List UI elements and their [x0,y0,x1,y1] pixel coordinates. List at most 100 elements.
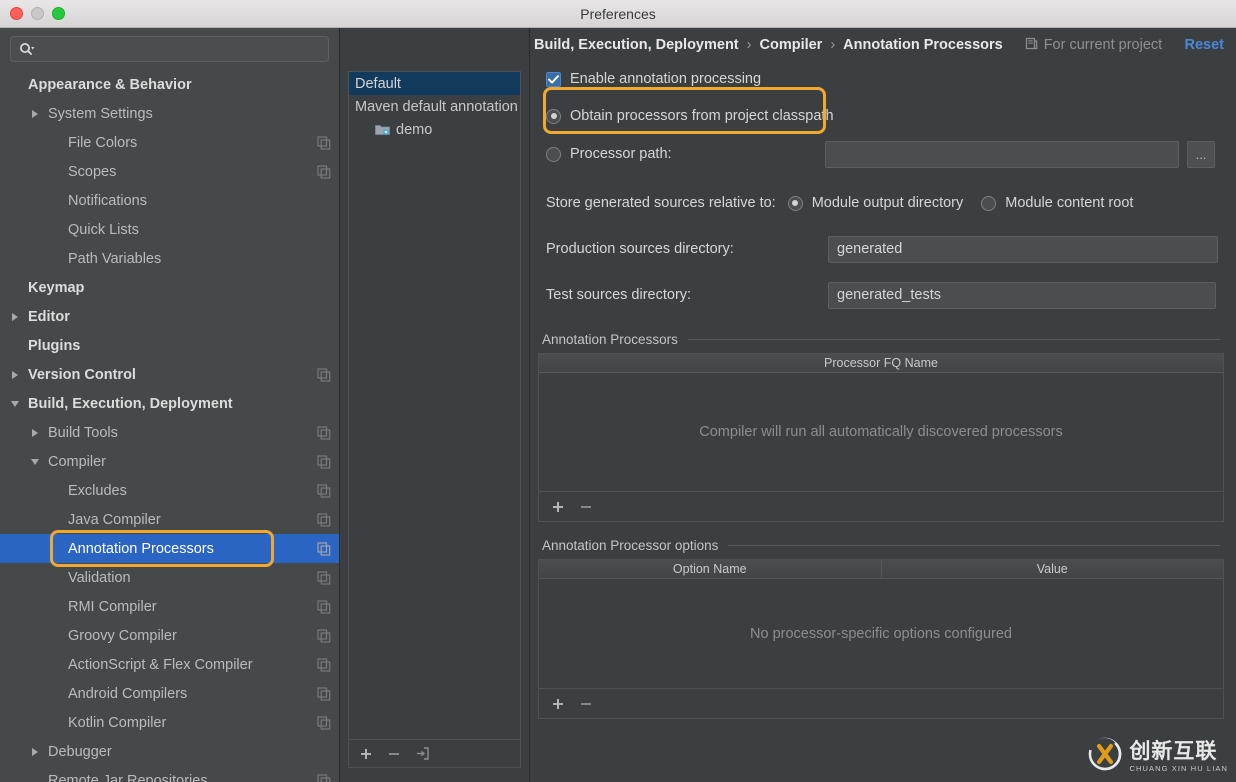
add-option-button[interactable] [551,697,565,711]
copy-settings-icon[interactable] [317,686,331,701]
profiles-panel: Default Maven default annotation processo… [340,28,536,782]
sidebar-item-system-settings[interactable]: System Settings [0,99,339,128]
copy-settings-icon[interactable] [317,135,331,150]
obtain-from-classpath-row[interactable]: Obtain processors from project classpath [538,100,1224,132]
sidebar-item-remote-jar-repositories[interactable]: Remote Jar Repositories [0,766,339,782]
add-profile-button[interactable] [359,747,373,761]
sidebar-item-label: Keymap [28,279,85,296]
sidebar-item-path-variables[interactable]: Path Variables [0,244,339,273]
copy-settings-icon[interactable] [317,715,331,730]
copy-settings-icon[interactable] [317,657,331,672]
watermark-logo-icon [1088,737,1122,776]
copy-settings-icon[interactable] [317,599,331,614]
sidebar-item-appearance-behavior[interactable]: Appearance & Behavior [0,70,339,99]
processor-path-input[interactable] [825,140,1179,168]
window-title: Preferences [580,5,656,22]
breadcrumb-part-0[interactable]: Build, Execution, Deployment [534,37,739,53]
enable-annotation-processing-checkbox[interactable] [546,71,561,87]
search-icon [19,42,35,56]
sidebar-item-label: Groovy Compiler [68,627,177,644]
chevron-right-icon[interactable] [28,747,42,756]
sidebar-item-version-control[interactable]: Version Control [0,360,339,389]
column-header-processor-fq-name[interactable]: Processor FQ Name [539,354,1223,372]
sidebar-item-plugins[interactable]: Plugins [0,331,339,360]
sidebar-item-keymap[interactable]: Keymap [0,273,339,302]
search-input[interactable] [40,41,320,57]
sidebar-item-kotlin-compiler[interactable]: Kotlin Compiler [0,708,339,737]
production-sources-input[interactable]: generated [828,235,1218,263]
module-output-directory-radio[interactable] [787,195,803,211]
sidebar-item-validation[interactable]: Validation [0,563,339,592]
scope-label: For current project [1043,37,1163,53]
chevron-down-icon[interactable] [28,458,42,465]
test-sources-input[interactable]: generated_tests [828,281,1216,309]
processor-options-section-title: Annotation Processor options [538,538,1224,553]
chevron-down-icon[interactable] [8,400,22,407]
sidebar-item-android-compilers[interactable]: Android Compilers [0,679,339,708]
sidebar-item-excludes[interactable]: Excludes [0,476,339,505]
watermark: 创新互联 CHUANG XIN HU LIAN [1088,737,1228,776]
module-content-root-radio[interactable] [981,195,997,211]
sidebar-item-file-colors[interactable]: File Colors [0,128,339,157]
copy-settings-icon[interactable] [317,541,331,556]
copy-settings-icon[interactable] [317,483,331,498]
copy-settings-icon[interactable] [317,570,331,585]
settings-tree: Appearance & Behavior System Settings File… [0,68,339,782]
project-scope-icon [1025,37,1038,54]
reset-link[interactable]: Reset [1185,37,1225,53]
breadcrumb-part-1[interactable]: Compiler [759,37,822,53]
processor-path-browse-button[interactable]: ... [1187,140,1215,168]
remove-profile-button[interactable] [387,747,401,761]
copy-settings-icon[interactable] [317,773,331,782]
test-sources-row: Test sources directory: generated_tests [538,276,1224,314]
sidebar-item-debugger[interactable]: Debugger [0,737,339,766]
profile-list-item[interactable]: demo [349,118,520,141]
copy-settings-icon[interactable] [317,512,331,527]
sidebar-item-actionscript-flex-compiler[interactable]: ActionScript & Flex Compiler [0,650,339,679]
processor-path-label: Processor path: [570,146,672,162]
sidebar-item-scopes[interactable]: Scopes [0,157,339,186]
sidebar-item-quick-lists[interactable]: Quick Lists [0,215,339,244]
copy-settings-icon[interactable] [317,367,331,382]
obtain-from-classpath-radio[interactable] [546,108,561,124]
breadcrumb-separator-0: › [746,37,752,53]
scope-indicator: For current project [1025,37,1162,54]
sidebar-item-java-compiler[interactable]: Java Compiler [0,505,339,534]
remove-processor-button[interactable] [579,500,593,514]
profile-list-item[interactable]: Default [349,72,520,95]
module-folder-icon [375,123,390,136]
sidebar-item-label: RMI Compiler [68,598,157,615]
sidebar-item-groovy-compiler[interactable]: Groovy Compiler [0,621,339,650]
remove-option-button[interactable] [579,697,593,711]
sidebar-item-build-execution-deployment[interactable]: Build, Execution, Deployment [0,389,339,418]
column-header-value[interactable]: Value [880,560,1224,578]
sidebar-item-notifications[interactable]: Notifications [0,186,339,215]
processor-path-radio[interactable] [546,146,561,162]
processor-options-table-body[interactable]: No processor-specific options configured [539,579,1223,688]
copy-settings-icon[interactable] [317,454,331,469]
chevron-right-icon[interactable] [8,312,22,321]
column-header-option-name[interactable]: Option Name [539,560,881,578]
add-processor-button[interactable] [551,500,565,514]
sidebar-item-annotation-processors[interactable]: Annotation Processors [0,534,339,563]
sidebar-item-label: File Colors [68,134,138,151]
annotation-processors-table-body[interactable]: Compiler will run all automatically disc… [539,373,1223,491]
sidebar-item-compiler[interactable]: Compiler [0,447,339,476]
search-box[interactable] [10,36,329,62]
chevron-right-icon[interactable] [8,370,22,379]
copy-settings-icon[interactable] [317,425,331,440]
profile-list-item[interactable]: Maven default annotation processors [349,95,520,118]
sidebar-item-editor[interactable]: Editor [0,302,339,331]
enable-annotation-processing-row[interactable]: Enable annotation processing [538,62,1224,96]
processor-path-row[interactable]: Processor path: ... [538,138,1224,170]
chevron-right-icon[interactable] [28,428,42,437]
chevron-right-icon[interactable] [28,109,42,118]
move-to-profile-icon[interactable] [415,746,430,761]
profiles-list[interactable]: Default Maven default annotation processo… [348,71,521,740]
copy-settings-icon[interactable] [317,164,331,179]
sidebar-item-label: Notifications [68,192,147,209]
sidebar-item-rmi-compiler[interactable]: RMI Compiler [0,592,339,621]
annotation-processors-section-title: Annotation Processors [538,332,1224,347]
sidebar-item-build-tools[interactable]: Build Tools [0,418,339,447]
copy-settings-icon[interactable] [317,628,331,643]
